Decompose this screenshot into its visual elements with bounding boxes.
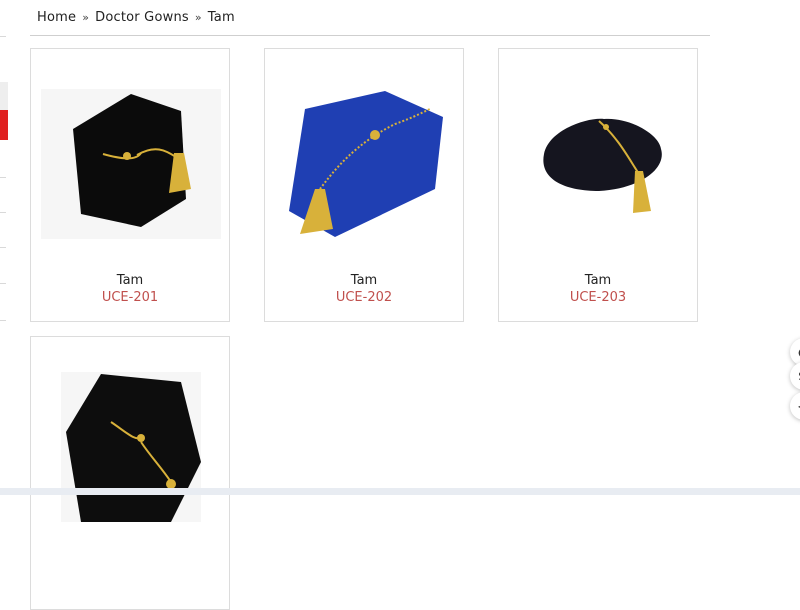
rail-divider — [0, 36, 6, 37]
share-icon[interactable]: $ — [790, 362, 800, 390]
rail-divider — [0, 320, 6, 321]
rail-active-tab[interactable] — [0, 110, 8, 140]
bottom-strip — [0, 488, 800, 495]
breadcrumb-divider — [30, 35, 710, 36]
product-code: UCE-202 — [335, 290, 393, 305]
rail-divider — [0, 283, 6, 284]
breadcrumb: Home » Doctor Gowns » Tam — [37, 8, 235, 26]
product-code: UCE-201 — [101, 290, 159, 305]
chevron-double-right-icon: » — [82, 10, 90, 24]
back-icon[interactable]: ◂ — [790, 392, 800, 420]
product-title[interactable]: Tam — [31, 273, 229, 288]
rail-divider — [0, 247, 6, 248]
rail-tab[interactable] — [0, 82, 8, 110]
product-image[interactable] — [509, 89, 689, 239]
rail-divider — [0, 212, 6, 213]
product-card[interactable]: Tam UCE-201 — [30, 48, 230, 322]
rail-divider — [0, 177, 6, 178]
left-side-rail — [0, 0, 8, 495]
breadcrumb-category-link[interactable]: Doctor Gowns — [95, 10, 189, 25]
product-card[interactable]: Tam UCE-202 — [264, 48, 464, 322]
product-image[interactable] — [41, 89, 221, 239]
product-image[interactable] — [41, 372, 221, 522]
product-image[interactable] — [275, 89, 455, 239]
chevron-double-right-icon: » — [194, 10, 202, 24]
product-title[interactable]: Tam — [499, 273, 697, 288]
product-card[interactable]: Tam UCE-203 — [498, 48, 698, 322]
product-code: UCE-203 — [569, 290, 627, 305]
breadcrumb-current: Tam — [207, 9, 235, 25]
product-title[interactable]: Tam — [265, 273, 463, 288]
product-card[interactable] — [30, 336, 230, 610]
breadcrumb-home-link[interactable]: Home — [37, 10, 76, 25]
